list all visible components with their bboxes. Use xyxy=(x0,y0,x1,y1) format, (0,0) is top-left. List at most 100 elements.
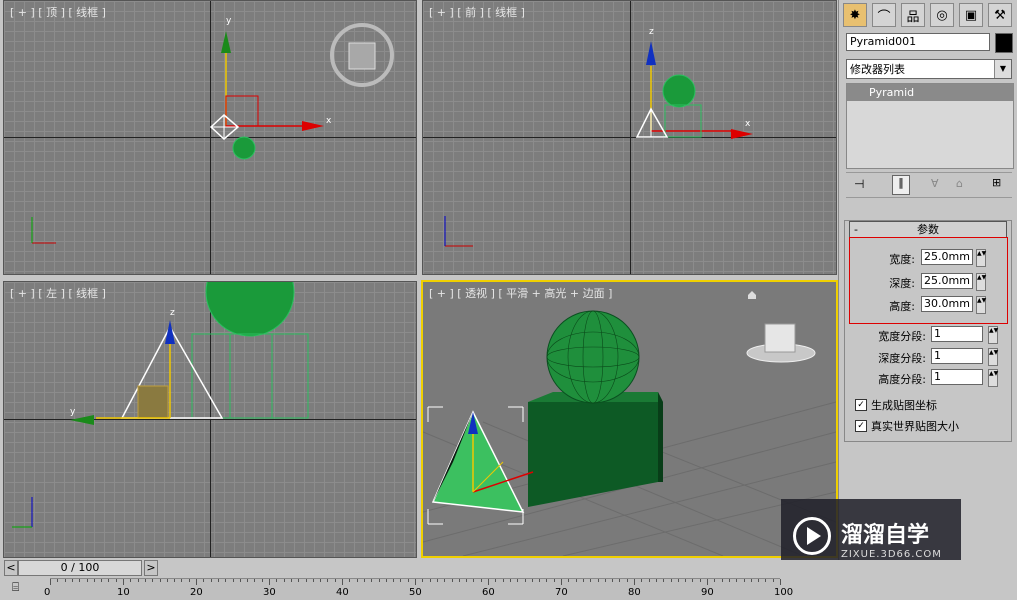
height-spinner[interactable]: ▲▼ xyxy=(976,296,986,314)
timeline-tick xyxy=(407,579,409,582)
create-tab-icon[interactable]: ✸ xyxy=(843,3,867,27)
modifier-list-dropdown[interactable]: 修改器列表 ▼ xyxy=(846,59,1012,79)
track-bar[interactable]: 0 10 20 30 40 50 60 70 80 90 100 xyxy=(44,578,793,600)
height-segs-spinner[interactable]: ▲▼ xyxy=(988,369,998,387)
motion-tab-icon[interactable]: ◎ xyxy=(930,3,954,27)
viewport-top[interactable]: [ + ] [ 顶 ] [ 线框 ] y x xyxy=(3,0,417,275)
parameters-rollout: - 参数 宽度: 25.0mm ▲▼ 深度: 25.0mm ▲▼ 高度: 30.… xyxy=(844,220,1012,442)
timeline-tick xyxy=(436,579,438,582)
timeline-tick-label: 0 xyxy=(44,587,51,598)
timeline-tick xyxy=(123,579,124,585)
remove-modifier-icon[interactable]: ⌂ xyxy=(956,177,963,190)
timeline-tick xyxy=(780,579,781,585)
height-segs-input[interactable]: 1 xyxy=(931,369,983,385)
timeline-tick-label: 90 xyxy=(701,587,714,598)
timeline-tick xyxy=(736,579,738,582)
timeline-tick xyxy=(692,579,694,582)
object-color-swatch[interactable] xyxy=(995,33,1013,53)
width-segs-label: 宽度分段: xyxy=(878,330,926,343)
depth-spinner[interactable]: ▲▼ xyxy=(976,273,986,291)
rollout-header[interactable]: - 参数 xyxy=(849,221,1007,238)
width-spinner[interactable]: ▲▼ xyxy=(976,249,986,267)
time-prev-button[interactable]: < xyxy=(4,560,18,576)
chevron-down-icon: ▼ xyxy=(994,60,1011,78)
depth-segs-spinner[interactable]: ▲▼ xyxy=(988,348,998,366)
timeline-tick xyxy=(385,579,387,582)
timeline-tick xyxy=(648,579,650,582)
timeline-tick xyxy=(71,579,73,582)
hierarchy-tab-icon[interactable]: 品 xyxy=(901,3,925,27)
timeline-tick xyxy=(166,579,168,582)
timeline-tick xyxy=(371,579,373,582)
display-tab-icon[interactable]: ▣ xyxy=(959,3,983,27)
real-world-checkbox[interactable]: ✓ xyxy=(855,420,867,432)
pin-stack-icon[interactable]: ⊣ xyxy=(854,177,864,191)
timeline-tick-label: 60 xyxy=(482,587,495,598)
timeline-tick-label: 70 xyxy=(555,587,568,598)
timeline-tick-label: 30 xyxy=(263,587,276,598)
show-end-result-icon[interactable]: ‖ xyxy=(892,175,910,195)
timeline-tick xyxy=(101,579,103,582)
timeline-tick xyxy=(539,579,541,582)
box-persp xyxy=(528,402,663,507)
viewport-left[interactable]: [ + ] [ 左 ] [ 线框 ] z y xyxy=(3,281,417,558)
timeline-tick xyxy=(714,579,716,582)
width-input[interactable]: 25.0mm xyxy=(921,249,973,265)
timeline-tick xyxy=(93,579,95,582)
real-world-label: 真实世界贴图大小 xyxy=(871,420,959,433)
timeline-tick xyxy=(312,579,314,582)
depth-input[interactable]: 25.0mm xyxy=(921,273,973,289)
viewport-front[interactable]: [ + ] [ 前 ] [ 线框 ] z x xyxy=(422,0,837,275)
object-name-input[interactable]: Pyramid001 xyxy=(846,33,990,51)
depth-label: 深度: xyxy=(889,277,915,290)
height-input[interactable]: 30.0mm xyxy=(921,296,973,312)
play-icon xyxy=(793,517,831,555)
pyramid-front-view xyxy=(635,107,669,138)
height-label: 高度: xyxy=(889,300,915,313)
width-segs-input[interactable]: 1 xyxy=(931,326,983,342)
timeline-tick xyxy=(276,579,278,582)
timeline-tick xyxy=(283,579,285,582)
timeline-tick xyxy=(393,579,395,582)
timeline-tick-label: 80 xyxy=(628,587,641,598)
timeline-tick xyxy=(415,579,416,585)
gen-mapping-checkbox[interactable]: ✓ xyxy=(855,399,867,411)
timeline-tick xyxy=(196,579,197,585)
timeline-tick xyxy=(670,579,672,582)
stack-item[interactable]: Pyramid xyxy=(847,84,1013,101)
svg-text:z: z xyxy=(170,308,175,318)
pyramid-persp xyxy=(431,410,525,513)
timeline-tick-label: 40 xyxy=(336,587,349,598)
timeline-tick xyxy=(568,579,570,582)
width-segs-spinner[interactable]: ▲▼ xyxy=(988,326,998,344)
configure-sets-icon[interactable]: ⊞ xyxy=(992,176,1001,189)
timeline-tick xyxy=(50,579,51,585)
timeline-tick xyxy=(181,579,183,582)
timeline-tick xyxy=(619,579,621,582)
time-slider[interactable]: 0 / 100 xyxy=(18,560,142,576)
timeline-tick xyxy=(458,579,460,582)
timeline-tick xyxy=(502,579,504,582)
time-next-button[interactable]: > xyxy=(144,560,158,576)
gen-mapping-label: 生成贴图坐标 xyxy=(871,399,937,412)
timeline-tick xyxy=(488,579,489,585)
timeline-tick xyxy=(699,579,701,582)
timeline-tick xyxy=(378,579,380,582)
timeline-tick xyxy=(546,579,548,582)
stack-tools: ⊣ ‖ ∀ ⌂ ⊞ xyxy=(846,172,1012,198)
timeline-tick xyxy=(509,579,511,582)
timeline-tick xyxy=(634,579,635,585)
sphere-left-view xyxy=(205,282,295,337)
viewport-perspective[interactable]: [ + ] [ 透视 ] [ 平滑 + 高光 + 边面 ] xyxy=(421,280,838,558)
make-unique-icon[interactable]: ∀ xyxy=(931,177,939,190)
key-filter-icon[interactable]: ⌸ xyxy=(12,580,32,596)
timeline-tick xyxy=(254,579,256,582)
gizmo-x-arrow xyxy=(302,121,324,131)
utilities-tab-icon[interactable]: ⚒ xyxy=(988,3,1012,27)
timeline-tick xyxy=(152,579,154,582)
depth-segs-input[interactable]: 1 xyxy=(931,348,983,364)
timeline-tick xyxy=(641,579,643,582)
modify-tab-icon[interactable]: ⌒ xyxy=(872,3,896,27)
timeline-tick xyxy=(561,579,562,585)
timeline-tick xyxy=(524,579,526,582)
